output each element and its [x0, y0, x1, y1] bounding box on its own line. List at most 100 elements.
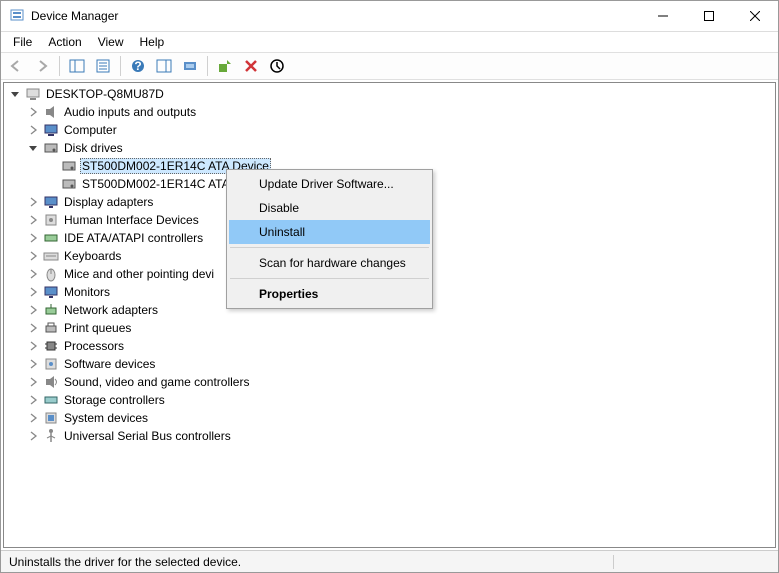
- chevron-right-icon[interactable]: [26, 357, 40, 371]
- properties-button[interactable]: [91, 54, 115, 78]
- tree-item-label: Processors: [62, 339, 126, 353]
- chevron-right-icon[interactable]: [26, 231, 40, 245]
- svg-text:?: ?: [134, 59, 141, 73]
- chevron-right-icon[interactable]: [26, 411, 40, 425]
- disable-button[interactable]: [265, 54, 289, 78]
- context-menu-separator: [230, 247, 429, 248]
- computer-icon: [43, 122, 59, 138]
- tree-category-software[interactable]: Software devices: [4, 355, 775, 373]
- context-menu-separator: [230, 278, 429, 279]
- context-menu-item[interactable]: Uninstall: [229, 220, 430, 244]
- tree-item-label: Sound, video and game controllers: [62, 375, 251, 389]
- tree-item-label: Software devices: [62, 357, 157, 371]
- titlebar: Device Manager: [1, 1, 778, 32]
- update-driver-button[interactable]: [213, 54, 237, 78]
- scan-hardware-button[interactable]: [178, 54, 202, 78]
- tree-root[interactable]: DESKTOP-Q8MU87D: [4, 85, 775, 103]
- tree-item-label: System devices: [62, 411, 150, 425]
- sound-icon: [43, 374, 59, 390]
- chevron-down-icon[interactable]: [8, 87, 22, 101]
- close-button[interactable]: [732, 1, 778, 31]
- chevron-right-icon[interactable]: [26, 123, 40, 137]
- chevron-right-icon[interactable]: [26, 213, 40, 227]
- tree-category-disk[interactable]: Disk drives: [4, 139, 775, 157]
- toolbar-separator: [59, 56, 60, 76]
- toolbar-separator: [120, 56, 121, 76]
- disk-icon: [61, 176, 77, 192]
- computer_root-icon: [25, 86, 41, 102]
- forward-button[interactable]: [30, 54, 54, 78]
- tree-category-usb[interactable]: Universal Serial Bus controllers: [4, 427, 775, 445]
- chevron-right-icon: [44, 159, 58, 173]
- disk-icon: [61, 158, 77, 174]
- chevron-right-icon[interactable]: [26, 429, 40, 443]
- tree-category-computer[interactable]: Computer: [4, 121, 775, 139]
- chevron-right-icon[interactable]: [26, 393, 40, 407]
- tree-category-sound[interactable]: Sound, video and game controllers: [4, 373, 775, 391]
- context-menu: Update Driver Software...DisableUninstal…: [226, 169, 433, 309]
- uninstall-button[interactable]: [239, 54, 263, 78]
- tree-item-label: DESKTOP-Q8MU87D: [44, 87, 166, 101]
- tree-item-label: Human Interface Devices: [62, 213, 201, 227]
- monitor-icon: [43, 284, 59, 300]
- cpu-icon: [43, 338, 59, 354]
- device-tree[interactable]: DESKTOP-Q8MU87D Audio inputs and outputsC…: [3, 82, 776, 548]
- context-menu-item[interactable]: Properties: [229, 282, 430, 306]
- mouse-icon: [43, 266, 59, 282]
- action-pane-button[interactable]: [152, 54, 176, 78]
- tree-item-label: Print queues: [62, 321, 133, 335]
- tree-item-label: Mice and other pointing devi: [62, 267, 216, 281]
- audio-icon: [43, 104, 59, 120]
- back-button[interactable]: [4, 54, 28, 78]
- system-icon: [43, 410, 59, 426]
- toolbar-separator: [207, 56, 208, 76]
- context-menu-item[interactable]: Scan for hardware changes: [229, 251, 430, 275]
- tree-item-label: Network adapters: [62, 303, 160, 317]
- chevron-right-icon[interactable]: [26, 195, 40, 209]
- minimize-button[interactable]: [640, 1, 686, 31]
- keyboard-icon: [43, 248, 59, 264]
- disk-icon: [43, 140, 59, 156]
- hid-icon: [43, 212, 59, 228]
- toolbar: ?: [1, 52, 778, 80]
- context-menu-item[interactable]: Disable: [229, 196, 430, 220]
- status-text: Uninstalls the driver for the selected d…: [5, 555, 614, 569]
- context-menu-item[interactable]: Update Driver Software...: [229, 172, 430, 196]
- help-button[interactable]: ?: [126, 54, 150, 78]
- storage-icon: [43, 392, 59, 408]
- tree-category-printer[interactable]: Print queues: [4, 319, 775, 337]
- chevron-right-icon[interactable]: [26, 105, 40, 119]
- chevron-down-icon[interactable]: [26, 141, 40, 155]
- tree-category-system[interactable]: System devices: [4, 409, 775, 427]
- usb-icon: [43, 428, 59, 444]
- tree-item-label: ST500DM002-1ER14C ATA: [80, 177, 232, 191]
- tree-item-label: Universal Serial Bus controllers: [62, 429, 233, 443]
- show-hide-console-tree-button[interactable]: [65, 54, 89, 78]
- chevron-right-icon: [44, 177, 58, 191]
- menu-action[interactable]: Action: [40, 33, 89, 51]
- tree-category-audio[interactable]: Audio inputs and outputs: [4, 103, 775, 121]
- window-title: Device Manager: [31, 9, 640, 23]
- statusbar: Uninstalls the driver for the selected d…: [1, 550, 778, 572]
- chevron-right-icon[interactable]: [26, 375, 40, 389]
- tree-category-storage[interactable]: Storage controllers: [4, 391, 775, 409]
- printer-icon: [43, 320, 59, 336]
- menu-view[interactable]: View: [90, 33, 132, 51]
- menu-help[interactable]: Help: [132, 33, 173, 51]
- tree-item-label: Monitors: [62, 285, 112, 299]
- tree-category-cpu[interactable]: Processors: [4, 337, 775, 355]
- chevron-right-icon[interactable]: [26, 339, 40, 353]
- software-icon: [43, 356, 59, 372]
- chevron-right-icon[interactable]: [26, 303, 40, 317]
- menu-file[interactable]: File: [5, 33, 40, 51]
- menubar: File Action View Help: [1, 32, 778, 52]
- chevron-right-icon[interactable]: [26, 285, 40, 299]
- tree-item-label: Display adapters: [62, 195, 155, 209]
- tree-item-label: IDE ATA/ATAPI controllers: [62, 231, 205, 245]
- maximize-button[interactable]: [686, 1, 732, 31]
- tree-item-label: Keyboards: [62, 249, 123, 263]
- chevron-right-icon[interactable]: [26, 267, 40, 281]
- chevron-right-icon[interactable]: [26, 249, 40, 263]
- tree-item-label: Disk drives: [62, 141, 125, 155]
- chevron-right-icon[interactable]: [26, 321, 40, 335]
